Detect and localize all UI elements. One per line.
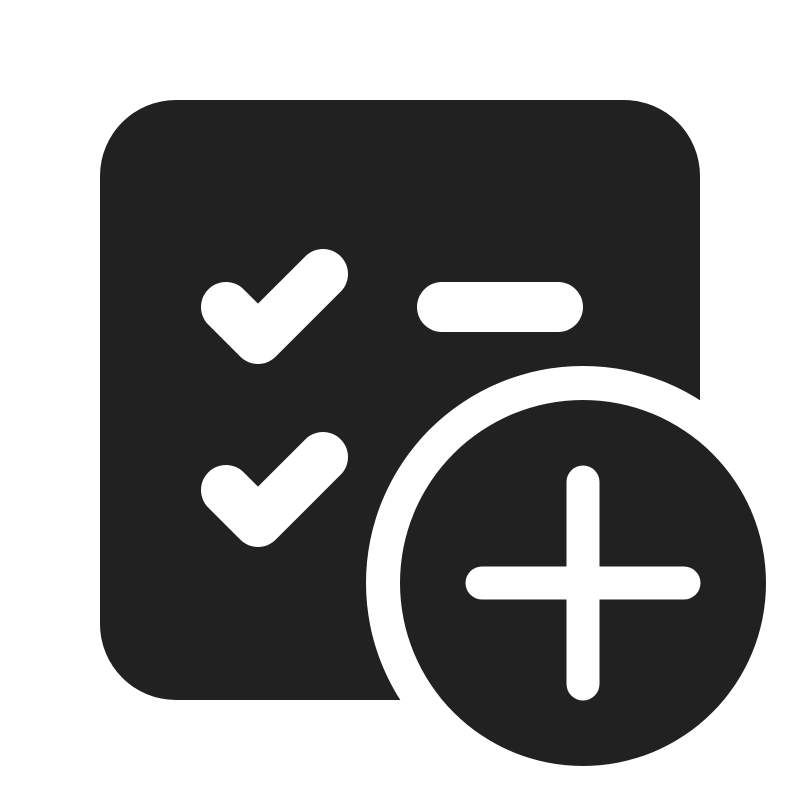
checklist-add-icon	[100, 100, 800, 800]
icon-canvas	[0, 0, 800, 800]
